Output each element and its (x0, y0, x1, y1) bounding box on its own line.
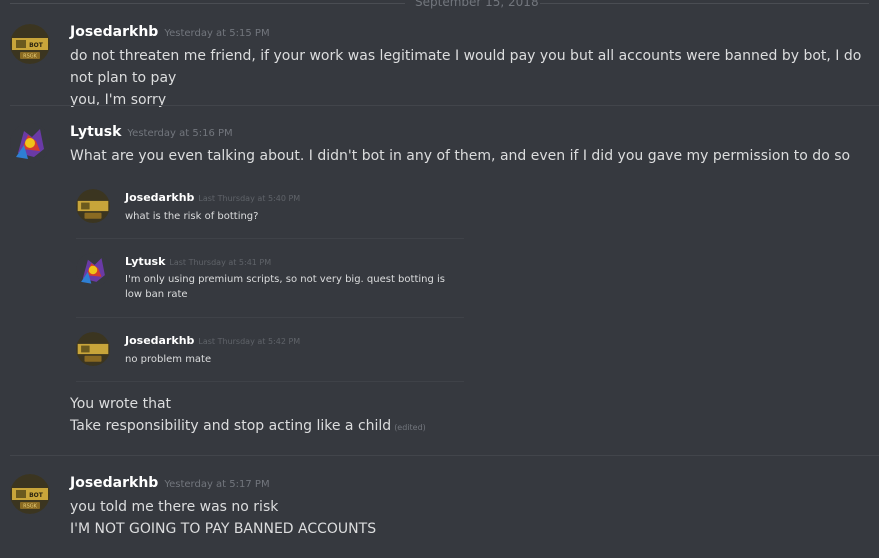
message-line: You wrote that (70, 396, 172, 412)
josedarkhb-avatar-icon (76, 332, 110, 366)
quote-avatar-josedarkhb (76, 332, 110, 366)
quote-text: no problem mate (125, 352, 211, 367)
quote-text: what is the risk of botting? (125, 209, 258, 224)
quote-timestamp: Last Thursday at 5:42 PM (198, 337, 301, 346)
message-line-edited: Take responsibility and stop acting like… (70, 415, 870, 439)
quote-line: low ban rate (125, 289, 188, 300)
avatar-lytusk[interactable] (10, 123, 50, 163)
message-body: you told me there was no risk I'M NOT GO… (70, 496, 870, 540)
avatar-josedarkhb[interactable]: BOT RSGK (10, 24, 50, 64)
message-body: You wrote that Take responsibility and s… (70, 393, 870, 439)
svg-text:BOT: BOT (29, 42, 44, 49)
message-line: you, I'm sorry (70, 92, 167, 108)
date-divider: September 15, 2018 (0, 0, 879, 11)
svg-text:RSGK: RSGK (23, 504, 38, 510)
message-body: do not threaten me friend, if your work … (70, 45, 870, 111)
quote-line: what is the risk of botting? (125, 211, 259, 222)
josedarkhb-avatar-icon (76, 189, 110, 223)
message-line: What are you even talking about. I didn'… (70, 148, 851, 164)
message-line: do not threaten me friend, if your work … (70, 48, 862, 86)
message-body: What are you even talking about. I didn'… (70, 145, 870, 167)
quote-avatar-josedarkhb (76, 189, 110, 223)
josedarkhb-avatar-icon: BOT RSGK (10, 24, 50, 64)
message-line: Take responsibility and stop acting like… (70, 418, 392, 434)
quote-line: no problem mate (125, 354, 212, 365)
divider-line-left (10, 3, 405, 4)
message-timestamp[interactable]: Yesterday at 5:17 PM (164, 479, 269, 490)
username-text[interactable]: Josedarkhb (70, 475, 158, 491)
divider-line-right (540, 3, 869, 4)
message-group-separator (10, 455, 879, 456)
message-timestamp[interactable]: Yesterday at 5:15 PM (164, 28, 269, 39)
josedarkhb-avatar-icon: BOT RSGK (10, 474, 50, 514)
username-text[interactable]: Lytusk (70, 124, 121, 140)
quote-username: Josedarkhb Last Thursday at 5:42 PM (125, 334, 300, 347)
quote-text: I'm only using premium scripts, so not v… (125, 272, 455, 302)
message-line: I'M NOT GOING TO PAY BANNED ACCOUNTS (70, 521, 377, 537)
quote-timestamp: Last Thursday at 5:41 PM (169, 258, 272, 267)
svg-text:RSGK: RSGK (23, 54, 38, 60)
quote-username-text: Lytusk (125, 255, 166, 268)
username-text[interactable]: Josedarkhb (70, 24, 158, 40)
svg-text:BOT: BOT (29, 492, 44, 499)
lytusk-avatar-icon (76, 253, 110, 287)
avatar-josedarkhb[interactable]: BOT RSGK (10, 474, 50, 514)
quote-username-text: Josedarkhb (125, 334, 195, 347)
message-timestamp[interactable]: Yesterday at 5:16 PM (127, 128, 232, 139)
lytusk-avatar-icon (10, 123, 50, 163)
quote-separator (76, 381, 464, 382)
message-username[interactable]: Lytusk Yesterday at 5:16 PM (70, 124, 233, 140)
quote-separator (76, 317, 464, 318)
edited-label: (edited) (394, 423, 426, 432)
message-username[interactable]: Josedarkhb Yesterday at 5:15 PM (70, 24, 270, 40)
quote-line: I'm only using premium scripts, so not v… (125, 274, 445, 285)
message-username[interactable]: Josedarkhb Yesterday at 5:17 PM (70, 475, 270, 491)
quote-avatar-lytusk (76, 253, 110, 287)
message-group-separator (10, 105, 879, 106)
message-line: you told me there was no risk (70, 499, 279, 515)
quote-username: Josedarkhb Last Thursday at 5:40 PM (125, 191, 300, 204)
date-divider-label: September 15, 2018 (415, 0, 539, 9)
quote-separator (76, 238, 464, 239)
quote-username: Lytusk Last Thursday at 5:41 PM (125, 255, 271, 268)
quote-timestamp: Last Thursday at 5:40 PM (198, 194, 301, 203)
quote-username-text: Josedarkhb (125, 191, 195, 204)
